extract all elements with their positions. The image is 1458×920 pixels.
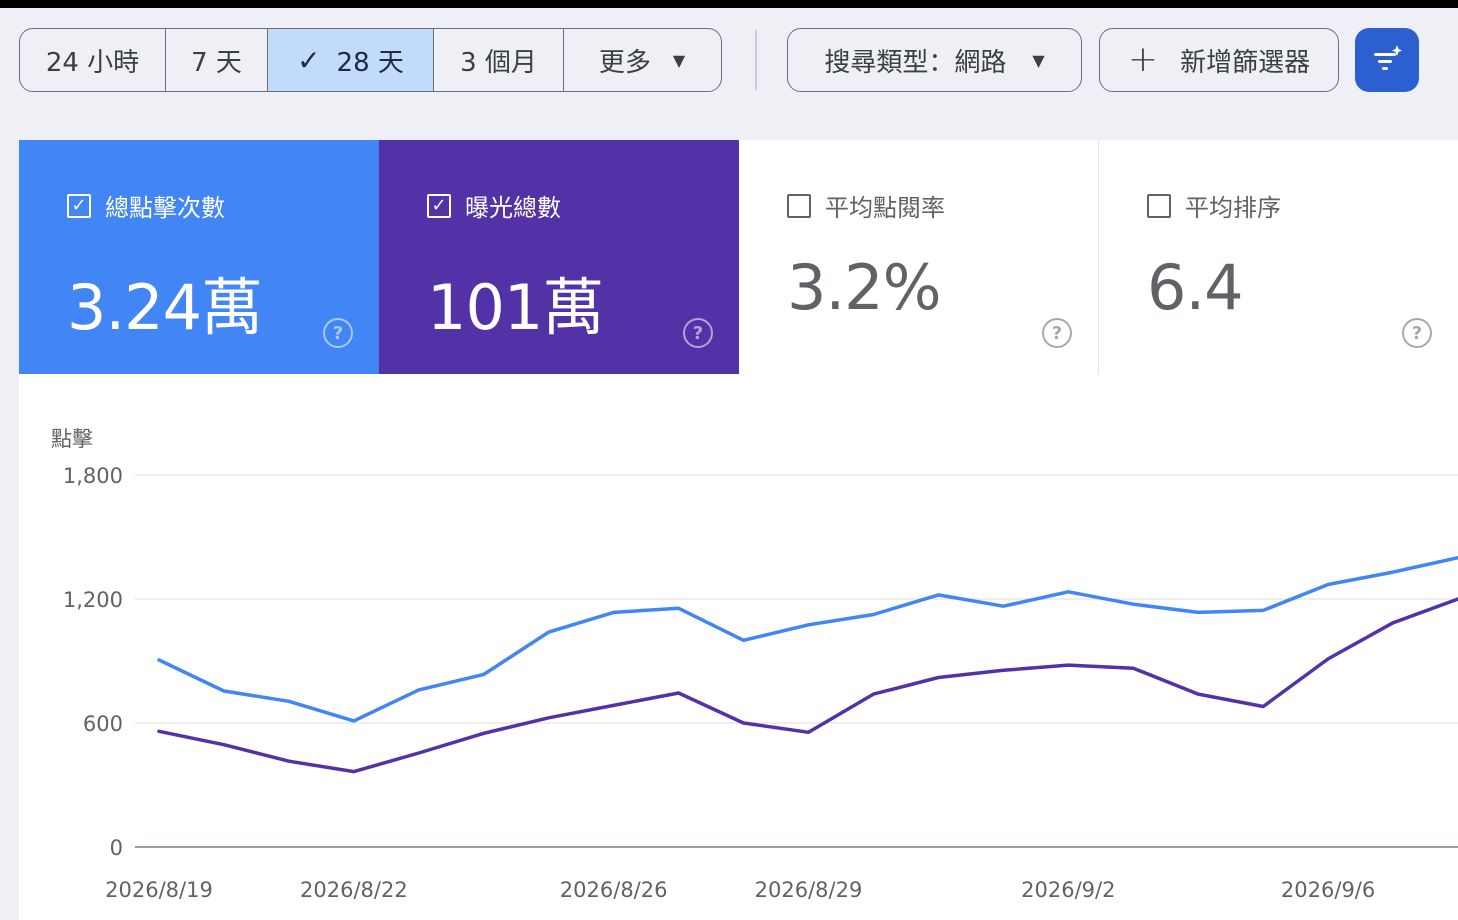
metric-value: 3.2% bbox=[787, 251, 942, 324]
performance-line-chart: 點擊 1,800 1,200 600 0 2026/8/19 2026/8/22 2026/8… bbox=[51, 427, 1458, 902]
metric-label: 平均排序 bbox=[1185, 194, 1281, 222]
help-icon[interactable]: ? bbox=[1402, 318, 1432, 348]
help-icon[interactable]: ? bbox=[323, 318, 353, 348]
toolbar-divider bbox=[755, 30, 757, 90]
range-7d-button[interactable]: 7 天 bbox=[166, 29, 268, 91]
range-more-label: 更多 bbox=[598, 47, 651, 78]
range-24h-button[interactable]: 24 小時 bbox=[20, 29, 166, 91]
x-tick-label: 2026/8/19 bbox=[105, 878, 213, 902]
metric-label: 總點擊次數 bbox=[105, 194, 225, 222]
search-type-dropdown[interactable]: 搜尋類型：網路 ▼ bbox=[787, 28, 1082, 92]
checkbox-unchecked[interactable] bbox=[1147, 193, 1171, 218]
metric-card-impressions[interactable]: ✓ 曝光總數 101萬 ? bbox=[379, 140, 739, 374]
checkbox-checked[interactable]: ✓ bbox=[67, 193, 91, 218]
check-icon: ✓ bbox=[297, 43, 321, 77]
range-more-button[interactable]: 更多 ▼ bbox=[564, 29, 720, 91]
metric-value: 6.4 bbox=[1147, 251, 1244, 324]
add-filter-label: 新增篩選器 bbox=[1180, 47, 1311, 78]
x-tick-label: 2026/9/2 bbox=[1021, 878, 1115, 902]
x-tick-label: 2026/9/6 bbox=[1281, 878, 1375, 902]
x-tick-label: 2026/8/29 bbox=[755, 878, 863, 902]
help-icon[interactable]: ? bbox=[1042, 318, 1072, 348]
metric-card-ctr[interactable]: 平均點閱率 3.2% ? bbox=[739, 140, 1099, 374]
x-tick-label: 2026/8/26 bbox=[560, 878, 668, 902]
range-7d-label: 7 天 bbox=[191, 47, 242, 78]
date-range-segmented-control: 24 小時 7 天 ✓ 28 天 3 個月 更多 ▼ bbox=[19, 28, 722, 92]
plus-icon: + bbox=[1127, 39, 1159, 80]
checkbox-unchecked[interactable] bbox=[787, 193, 811, 218]
y-tick-label: 600 bbox=[83, 712, 123, 736]
metric-card-clicks[interactable]: ✓ 總點擊次數 3.24萬 ? bbox=[19, 140, 379, 374]
range-28d-label: 28 天 bbox=[336, 47, 404, 78]
caret-down-icon: ▼ bbox=[1032, 50, 1045, 70]
filter-sparkle-icon bbox=[1374, 45, 1402, 70]
x-tick-label: 2026/8/22 bbox=[300, 878, 408, 902]
y-axis-title: 點擊 bbox=[51, 427, 93, 451]
performance-chart-panel: 點擊 1,800 1,200 600 0 2026/8/19 2026/8/22 2026/8… bbox=[19, 374, 1458, 920]
checkbox-checked[interactable]: ✓ bbox=[427, 193, 451, 218]
y-tick-label: 1,200 bbox=[63, 588, 123, 612]
smart-filter-button[interactable] bbox=[1355, 28, 1419, 92]
range-3m-label: 3 個月 bbox=[460, 47, 537, 78]
metric-label: 平均點閱率 bbox=[825, 194, 945, 222]
add-filter-button[interactable]: + 新增篩選器 bbox=[1099, 28, 1339, 92]
search-type-label: 搜尋類型：網路 bbox=[824, 47, 1007, 78]
y-tick-label: 1,800 bbox=[63, 464, 123, 488]
metric-label: 曝光總數 bbox=[465, 194, 561, 222]
y-tick-label: 0 bbox=[110, 836, 123, 860]
top-edge-bar bbox=[0, 0, 1458, 8]
metric-card-position[interactable]: 平均排序 6.4 ? bbox=[1099, 140, 1458, 374]
range-28d-button[interactable]: ✓ 28 天 bbox=[268, 29, 434, 91]
range-24h-label: 24 小時 bbox=[45, 47, 140, 78]
range-3m-button[interactable]: 3 個月 bbox=[434, 29, 564, 91]
clicks-series-line bbox=[157, 555, 1458, 723]
caret-down-icon: ▼ bbox=[672, 50, 686, 70]
help-icon[interactable]: ? bbox=[683, 318, 713, 348]
